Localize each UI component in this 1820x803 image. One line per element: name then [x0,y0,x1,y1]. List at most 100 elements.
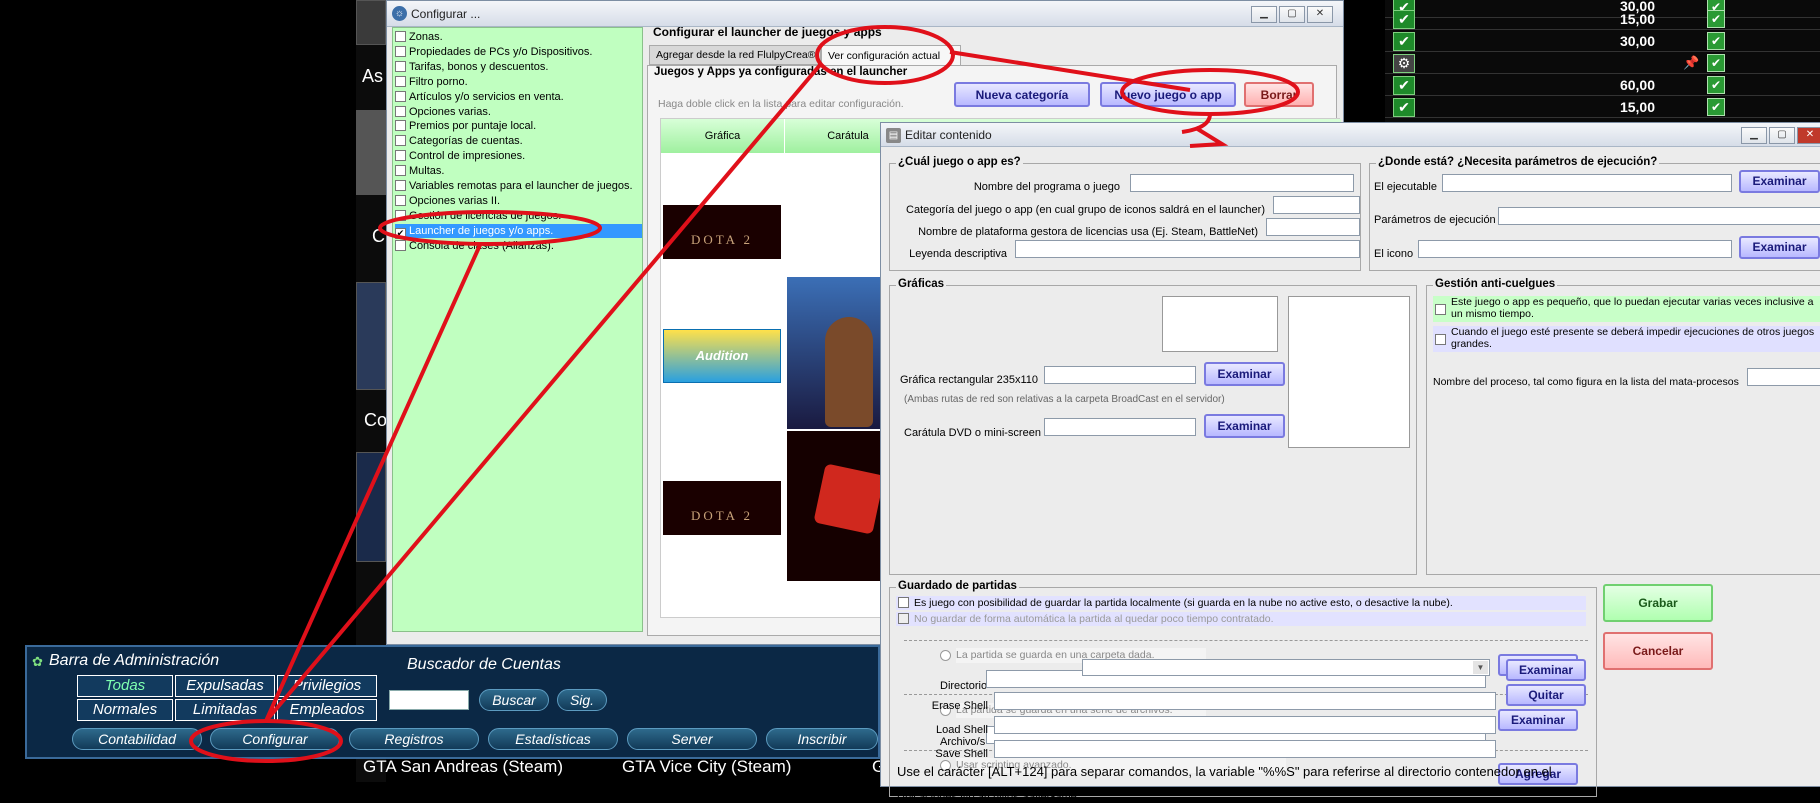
save-local-option[interactable]: Es juego con posibilidad de guardar la p… [896,596,1586,610]
browse-graphic-button[interactable]: Examinar [1204,362,1285,386]
contabilidad-button[interactable]: Contabilidad [72,728,202,750]
new-game-button[interactable]: Nuevo juego o app [1100,82,1236,107]
checkbox[interactable] [898,597,909,608]
anticrash-option-big[interactable]: Cuando el juego esté presente se deberá … [1433,326,1820,352]
remove-location-button[interactable]: Quitar [1506,684,1586,706]
filter-normales[interactable]: Normales [77,699,173,721]
erase-shell-input[interactable] [994,692,1496,710]
minimize-button[interactable]: ▁ [1741,127,1767,144]
new-category-button[interactable]: Nueva categoría [954,82,1090,107]
search-button[interactable]: Buscar [479,689,549,711]
game-title[interactable]: GTA San Andreas (Steam) [363,757,563,777]
checkbox[interactable] [395,180,406,191]
checkbox[interactable] [1435,334,1446,345]
process-input[interactable] [1747,368,1820,386]
category-input[interactable] [1273,196,1360,214]
tab-add-from-network[interactable]: Agregar desde la red FlulpyCrea® [649,45,821,65]
which-game-group: ¿Cuál juego o app es? Nombre del program… [889,156,1361,271]
game-graphic-dota[interactable]: DOTA 2 [663,205,781,259]
close-button[interactable]: ✕ [1797,127,1820,144]
nav-item[interactable]: ✔ Launcher de juegos y/o apps. [395,223,642,239]
filter-limitadas[interactable]: Limitadas [175,699,275,721]
checkbox[interactable] [395,150,406,162]
server-button[interactable]: Server [627,728,757,750]
checkbox[interactable] [898,613,909,624]
parameters-input[interactable] [1498,207,1820,225]
account-search-input[interactable] [389,690,469,710]
checkbox[interactable] [395,31,406,42]
character-silhouette [825,317,873,427]
anticrash-option-small[interactable]: Este juego o app es pequeño, que lo pued… [1433,296,1820,322]
browse-locations-button[interactable]: Examinar [1506,659,1586,681]
nav-item[interactable]: Artículos y/o servicios en venta. [395,90,642,104]
filter-expulsadas[interactable]: Expulsadas [175,675,275,697]
browse-icon-button[interactable]: Examinar [1739,236,1820,259]
filter-todas[interactable]: Todas [77,675,173,697]
checkbox[interactable] [395,105,406,117]
minimize-button[interactable]: ▁ [1251,6,1277,23]
maximize-button[interactable]: ▢ [1279,6,1305,23]
nav-item[interactable]: Variables remotas para el launcher de ju… [395,179,642,193]
chevron-down-icon[interactable]: ▼ [1473,661,1488,674]
checkbox[interactable] [395,194,406,206]
browse-files-button[interactable]: Examinar [1498,709,1578,731]
filter-privilegios[interactable]: Privilegios [277,675,377,697]
field-label: Parámetros de ejecución [1374,214,1496,226]
nav-item[interactable]: Tarifas, bonos y descuentos. [395,60,642,74]
inscribir-button[interactable]: Inscribir [766,728,878,750]
checkbox[interactable] [1435,304,1446,315]
maximize-button[interactable]: ▢ [1769,127,1795,144]
checkbox[interactable] [395,120,406,132]
nav-item[interactable]: Filtro porno. [395,75,642,89]
nav-item[interactable]: Categorías de cuentas. [395,134,642,148]
locations-label: Ubicaciones y/o archivos SaveGame [897,791,1077,803]
delete-button[interactable]: Borrar [1244,82,1314,107]
graphic-rect-input[interactable] [1044,366,1196,384]
game-graphic-dota[interactable]: DOTA 2 [663,481,781,535]
nav-item[interactable]: Opciones varias. [395,105,642,119]
description-input[interactable] [1015,240,1360,258]
savegame-locations-select[interactable]: ▼ [1082,659,1490,676]
nav-item-label: Variables remotas para el launcher de ju… [409,180,633,192]
tab-current-config[interactable]: Ver configuración actual [821,45,961,67]
program-name-input[interactable] [1130,174,1354,192]
grid-header-graphic[interactable]: Gráfica [661,119,785,153]
nav-item[interactable]: Premios por puntaje local. [395,119,642,133]
game-title[interactable]: GTA Vice City (Steam) [622,757,791,777]
icon-input[interactable] [1418,240,1732,258]
checkbox[interactable] [395,165,406,177]
configurar-button[interactable]: Configurar [210,728,340,750]
save-button[interactable]: Grabar [1603,584,1713,622]
checkbox[interactable] [395,209,406,221]
browse-executable-button[interactable]: Examinar [1739,170,1820,193]
checkbox[interactable]: ✔ [395,227,406,239]
filter-empleados[interactable]: Empleados [277,699,377,721]
nav-item[interactable]: Propiedades de PCs y/o Dispositivos. [395,45,642,59]
load-shell-input[interactable] [994,716,1496,734]
nav-item[interactable]: Zonas. [395,30,642,44]
dvd-input[interactable] [1044,418,1196,436]
checkbox[interactable] [395,90,406,102]
game-graphic-audition[interactable]: Audition [663,329,781,383]
close-button[interactable]: ✕ [1307,6,1333,23]
checkbox[interactable] [395,60,406,72]
checkbox[interactable] [395,75,406,87]
executable-input[interactable] [1442,174,1732,192]
radio-folder[interactable] [940,650,951,661]
estadisticas-button[interactable]: Estadísticas [488,728,618,750]
nav-item[interactable]: Consola de clases (Alianzas). [395,239,642,253]
no-autosave-option[interactable]: No guardar de forma automática la partid… [896,612,1586,626]
nav-item[interactable]: Multas. [395,164,642,178]
checkbox[interactable] [395,135,406,147]
browse-dvd-button[interactable]: Examinar [1204,414,1285,438]
nav-item[interactable]: Opciones varias II. [395,194,642,208]
checkbox[interactable] [395,45,406,57]
cancel-button[interactable]: Cancelar [1603,632,1713,670]
next-button[interactable]: Sig. [557,689,607,711]
nav-item[interactable]: Gestión de licencias de juegos. [395,209,642,223]
nav-item[interactable]: Control de impresiones. [395,149,642,163]
registros-button[interactable]: Registros [349,728,479,750]
save-shell-input[interactable] [994,740,1496,758]
platform-input[interactable] [1266,218,1360,236]
checkbox[interactable] [395,239,406,251]
